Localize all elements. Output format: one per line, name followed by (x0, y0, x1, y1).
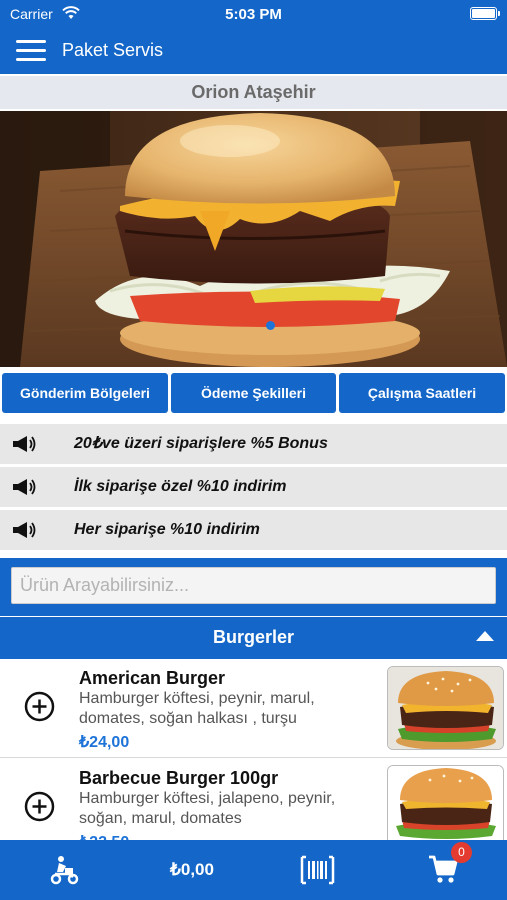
product-description: Hamburger köftesi, jalapeno, peynir, soğ… (79, 790, 336, 827)
plus-circle-icon[interactable] (24, 791, 55, 822)
category-title: Burgerler (212, 627, 295, 647)
search-input[interactable] (11, 567, 496, 604)
navigation-bar: Paket Servis (0, 28, 507, 74)
promotion-text: İlk siparişe özel %10 indirim (74, 478, 287, 495)
megaphone-icon (13, 522, 36, 538)
plus-circle-icon[interactable] (24, 691, 55, 722)
promotion-item: 20₺ve üzeri siparişlere %5 Bonus (0, 424, 507, 464)
delivery-scooter-icon[interactable] (49, 855, 79, 885)
status-bar: Carrier 5:03 PM (0, 0, 507, 28)
info-button-row: Gönderim Bölgeleri Ödeme Şekilleri Çalış… (0, 370, 507, 416)
cart-total: ₺0,00 (170, 860, 214, 879)
bottom-toolbar: ₺0,00 0 (0, 840, 507, 900)
clock: 5:03 PM (225, 6, 282, 23)
category-header[interactable]: Burgerler (0, 617, 507, 659)
promotion-text: 20₺ve üzeri siparişlere %5 Bonus (74, 435, 328, 452)
cart-count-badge: 0 (451, 842, 472, 863)
store-name: Orion Ataşehir (191, 82, 316, 102)
product-name: Barbecue Burger 100gr (79, 768, 279, 788)
store-header: Orion Ataşehir (0, 74, 507, 111)
battery-icon (470, 7, 500, 20)
product-image[interactable] (387, 765, 504, 849)
product-row[interactable]: American Burger Hamburger köftesi, peyni… (0, 659, 507, 758)
payment-methods-button[interactable]: Ödeme Şekilleri (171, 373, 336, 413)
product-description: Hamburger köftesi, peynir, marul, domate… (79, 690, 315, 727)
promotion-item: İlk siparişe özel %10 indirim (0, 467, 507, 507)
search-bar (0, 558, 507, 616)
chevron-up-icon[interactable] (476, 631, 494, 641)
delivery-areas-button[interactable]: Gönderim Bölgeleri (2, 373, 168, 413)
working-hours-button[interactable]: Çalışma Saatleri (339, 373, 505, 413)
burger-photo (0, 111, 507, 367)
product-price: ₺24,00 (79, 734, 130, 751)
page-indicator-dot[interactable] (266, 321, 275, 330)
product-name: American Burger (79, 668, 226, 688)
megaphone-icon (13, 479, 36, 495)
menu-icon[interactable] (16, 40, 46, 62)
product-image[interactable] (387, 666, 504, 750)
megaphone-icon (13, 436, 36, 452)
page-title: Paket Servis (62, 40, 164, 60)
hero-banner[interactable] (0, 111, 507, 367)
barcode-icon[interactable] (300, 855, 335, 885)
promotion-item: Her siparişe %10 indirim (0, 510, 507, 550)
promotion-text: Her siparişe %10 indirim (74, 521, 260, 538)
